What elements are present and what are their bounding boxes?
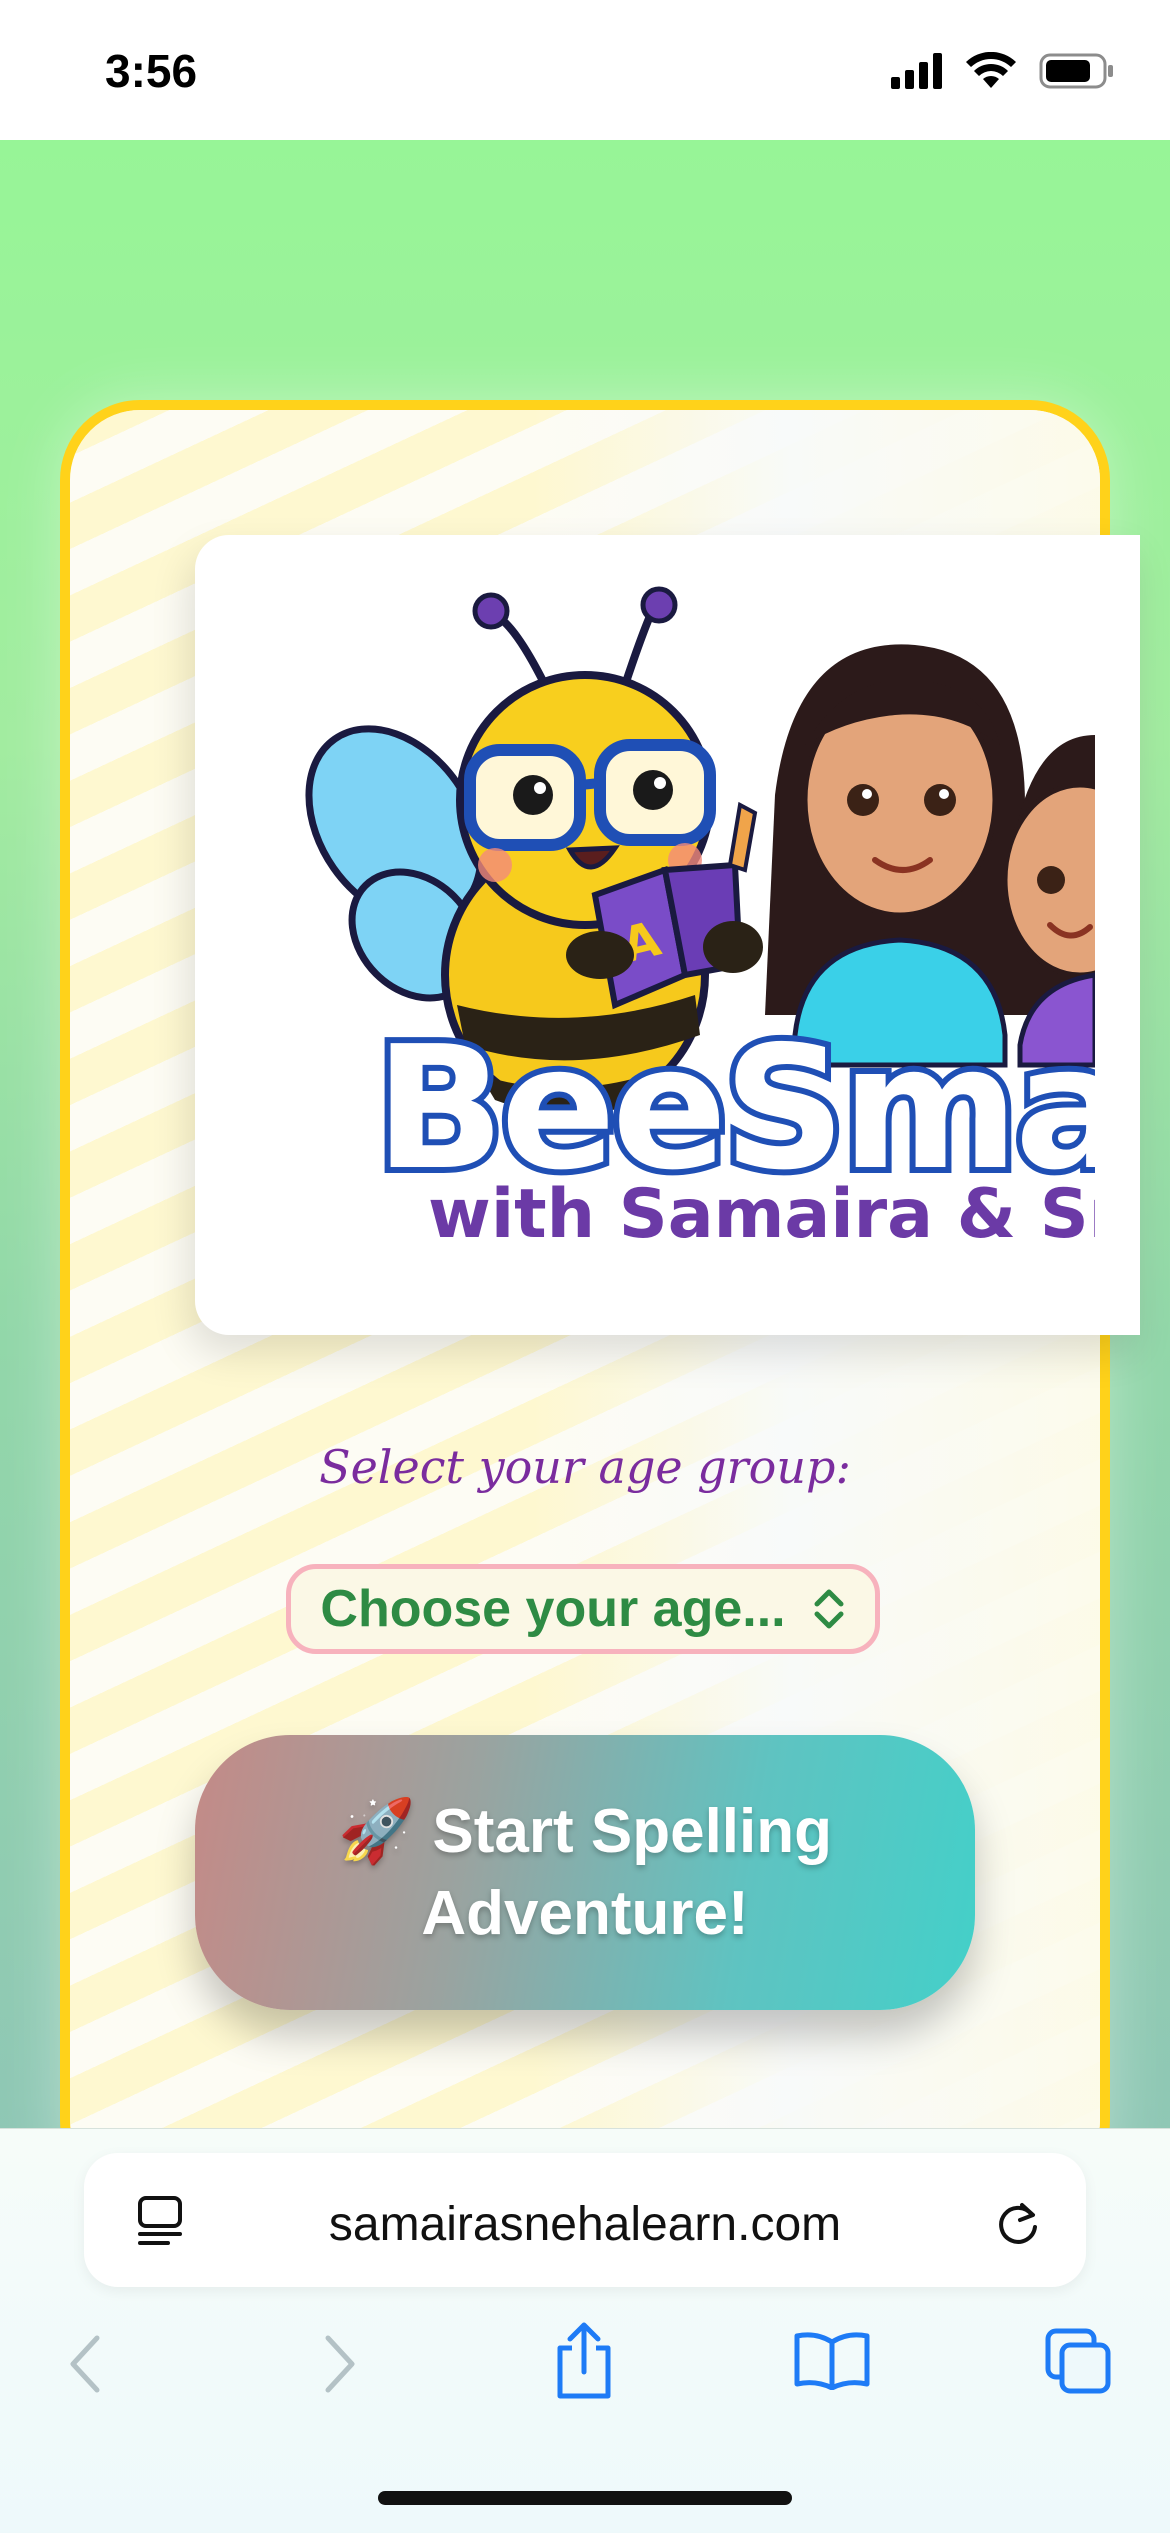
start-button-line2: Adventure! <box>421 1878 749 1948</box>
age-group-label: Select your age group: <box>319 1440 851 1494</box>
url-text: samairasnehalearn.com <box>328 2198 842 2251</box>
status-time: 3:56 <box>105 45 198 97</box>
reload-icon[interactable] <box>992 2195 1044 2249</box>
share-icon[interactable] <box>552 2320 616 2400</box>
status-bar: 3:56 <box>0 0 1170 140</box>
wifi-icon <box>966 52 1016 88</box>
bookmarks-icon[interactable] <box>792 2330 872 2390</box>
cellular-signal-icon <box>891 53 942 89</box>
start-spelling-button[interactable]: 🚀 Start Spelling Adventure! <box>195 1735 975 2010</box>
chevron-up-down-icon <box>814 1589 844 1629</box>
address-bar[interactable]: samairasnehalearn.com <box>84 2153 1086 2287</box>
status-icons <box>891 52 1115 90</box>
age-select[interactable]: Choose your age... <box>286 1564 880 1654</box>
age-select-value: Choose your age... <box>320 1580 786 1638</box>
home-indicator[interactable] <box>378 2491 792 2505</box>
tabs-icon[interactable] <box>1042 2325 1114 2397</box>
back-icon[interactable] <box>65 2332 105 2396</box>
forward-icon[interactable] <box>320 2332 360 2396</box>
logo-image: A BeeSmart with Samaira & Sneha <box>195 535 1095 1335</box>
battery-icon <box>1039 53 1113 89</box>
start-button-line1: 🚀 Start Spelling <box>337 1796 833 1866</box>
brand-subtitle: with Samaira & Sneha <box>428 1175 1095 1254</box>
